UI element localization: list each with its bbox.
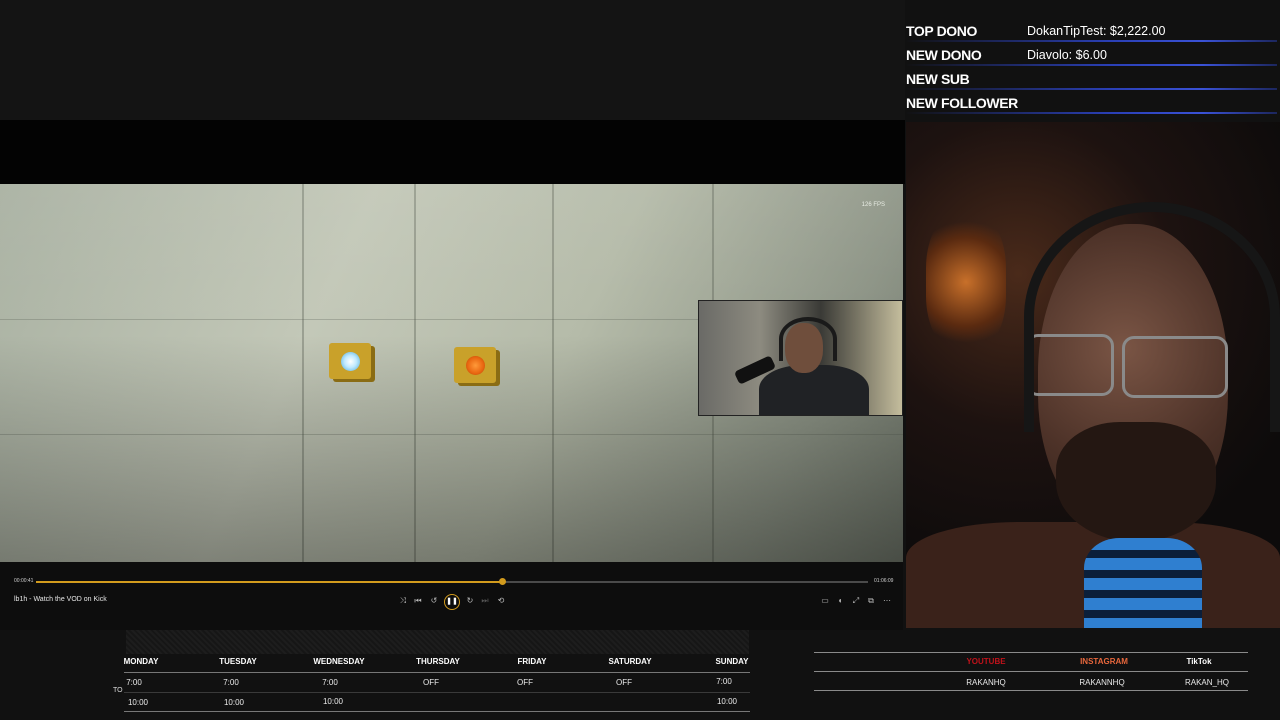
schedule-day: WEDNESDAY [313,657,365,666]
pip-person-body [759,365,869,415]
top-empty-band [0,0,905,120]
pause-icon[interactable]: ❚❚ [444,594,460,610]
stream-alerts-panel: TOP DONO DokanTipTest: $2,222.00 NEW DON… [905,18,1280,114]
fps-readout: 126 FPS [861,202,885,208]
schedule-start-time: 7:00 [126,678,142,687]
schedule-day: SUNDAY [715,657,749,666]
social-divider [814,671,1248,672]
schedule-header-texture [126,630,749,654]
tiktok-header: TikTok [1186,657,1212,666]
youtube-handle: RAKANHQ [966,678,1006,687]
alert-divider [905,112,1277,114]
alert-row-new-sub: NEW SUB [905,66,1280,90]
schedule-day: FRIDAY [517,657,547,666]
schedule-day: SATURDAY [608,657,652,666]
volume-icon[interactable]: ◖ [834,595,846,607]
schedule-divider [124,711,750,712]
tiktok-handle: RAKAN_HQ [1184,678,1229,687]
schedule-day: THURSDAY [416,657,460,666]
schedule-end-time: 10:00 [322,697,344,706]
popout-icon[interactable]: ⧉ [865,595,877,607]
schedule-to-label: TO [113,687,123,694]
microphone-icon [1084,538,1202,628]
player-letterbox-top [0,120,905,184]
instagram-header: INSTAGRAM [1080,657,1128,666]
schedule-day: TUESDAY [219,657,257,666]
schedule-end-time: 10:00 [127,698,149,707]
social-divider [814,690,1248,691]
more-icon[interactable]: ⋯ [881,595,893,607]
alert-value: Diavolo: $6.00 [1027,48,1107,62]
alert-value: DokanTipTest: $2,222.00 [1027,24,1166,38]
player-controls: 00:00:41 01:06:09 lb1h - Watch the VOD o… [0,562,903,630]
schedule-start-time: OFF [423,678,439,687]
instagram-handle: RAKANNHQ [1079,678,1125,687]
social-divider [814,652,1248,653]
skip-forward-icon[interactable]: ⏭ [479,595,491,607]
schedule-start-time: 7:00 [716,677,732,686]
game-button-orange [454,347,496,383]
orange-light-icon [466,356,485,375]
alert-row-new-follower: NEW FOLLOWER [905,90,1280,114]
headset-icon [1024,202,1280,432]
alert-label: TOP DONO [906,23,977,39]
alert-row-new-dono: NEW DONO Diavolo: $6.00 [905,42,1280,66]
game-button-blue [329,343,371,379]
video-frame[interactable]: 126 FPS [0,184,903,562]
schedule-start-time: OFF [517,678,533,687]
streamer-webcam [906,122,1280,628]
schedule-divider [124,672,750,673]
schedule-end-time: 10:00 [716,697,738,706]
subtitles-icon[interactable]: ▭ [819,595,831,607]
rewind-10-icon[interactable]: ↺ [428,595,440,607]
blue-light-icon [341,352,360,371]
schedule-day: MONDAY [123,657,159,666]
picture-in-picture-cam [698,300,903,416]
alert-label: NEW FOLLOWER [906,95,1018,111]
seek-bar-progress [36,581,502,583]
youtube-header: YOUTUBE [966,657,1006,666]
background-lamp [926,212,1006,352]
video-player[interactable]: 126 FPS 00:00:41 01:06:09 lb1h - Watch t… [0,184,903,630]
shuffle-icon[interactable]: ⤨ [397,595,409,607]
streamer-beard [1056,422,1216,542]
seek-handle[interactable] [498,578,506,585]
skip-back-icon[interactable]: ⏮ [412,595,424,607]
forward-10-icon[interactable]: ↻ [464,595,476,607]
repeat-icon[interactable]: ⟲ [495,595,507,607]
seek-bar[interactable] [36,578,868,585]
alert-label: NEW DONO [906,47,982,63]
alert-label: NEW SUB [906,71,970,87]
schedule-start-time: 7:00 [223,678,239,687]
vod-title: lb1h - Watch the VOD on Kick [14,596,107,603]
time-current: 00:00:41 [14,578,34,584]
schedule-start-time: 7:00 [322,678,338,687]
schedule-end-time: 10:00 [223,698,245,707]
time-total: 01:06:09 [874,578,894,584]
schedule-divider [124,692,750,693]
schedule-start-time: OFF [616,678,632,687]
headset-icon [779,317,837,361]
alert-row-top-dono: TOP DONO DokanTipTest: $2,222.00 [905,18,1280,42]
fullscreen-icon[interactable]: ⤢ [850,595,862,607]
